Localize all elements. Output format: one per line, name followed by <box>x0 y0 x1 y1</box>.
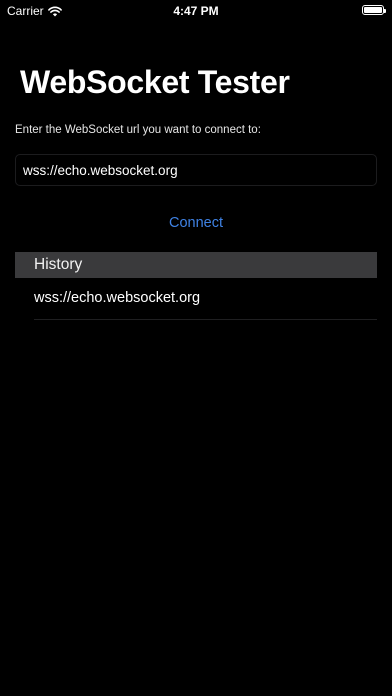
status-time: 4:47 PM <box>173 4 219 18</box>
battery-level-fill <box>364 7 382 13</box>
history-item-url: wss://echo.websocket.org <box>34 290 201 306</box>
history-section-header: History <box>15 252 377 278</box>
history-header-label: History <box>34 256 83 273</box>
status-bar: Carrier 4:47 PM <box>0 0 392 22</box>
battery-icon <box>362 5 386 15</box>
url-input[interactable] <box>15 154 377 186</box>
page-title: WebSocket Tester <box>20 64 290 100</box>
url-prompt-label: Enter the WebSocket url you want to conn… <box>15 124 261 136</box>
row-separator <box>34 319 377 320</box>
connect-button[interactable]: Connect <box>146 212 246 234</box>
history-list-item[interactable]: wss://echo.websocket.org <box>15 280 377 320</box>
